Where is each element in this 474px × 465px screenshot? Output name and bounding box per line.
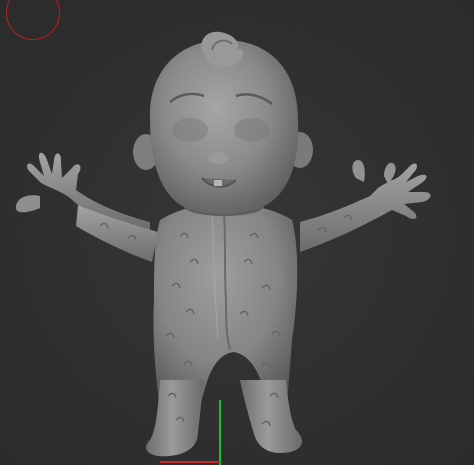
head — [133, 31, 313, 214]
baby-sculpt-model — [15, 31, 431, 457]
x-axis-gizmo — [160, 461, 220, 463]
y-axis-gizmo — [219, 400, 221, 465]
3d-viewport[interactable] — [0, 0, 474, 465]
onesie-body — [153, 204, 298, 410]
legs — [146, 380, 303, 457]
left-arm — [15, 152, 158, 262]
right-arm — [300, 160, 431, 252]
